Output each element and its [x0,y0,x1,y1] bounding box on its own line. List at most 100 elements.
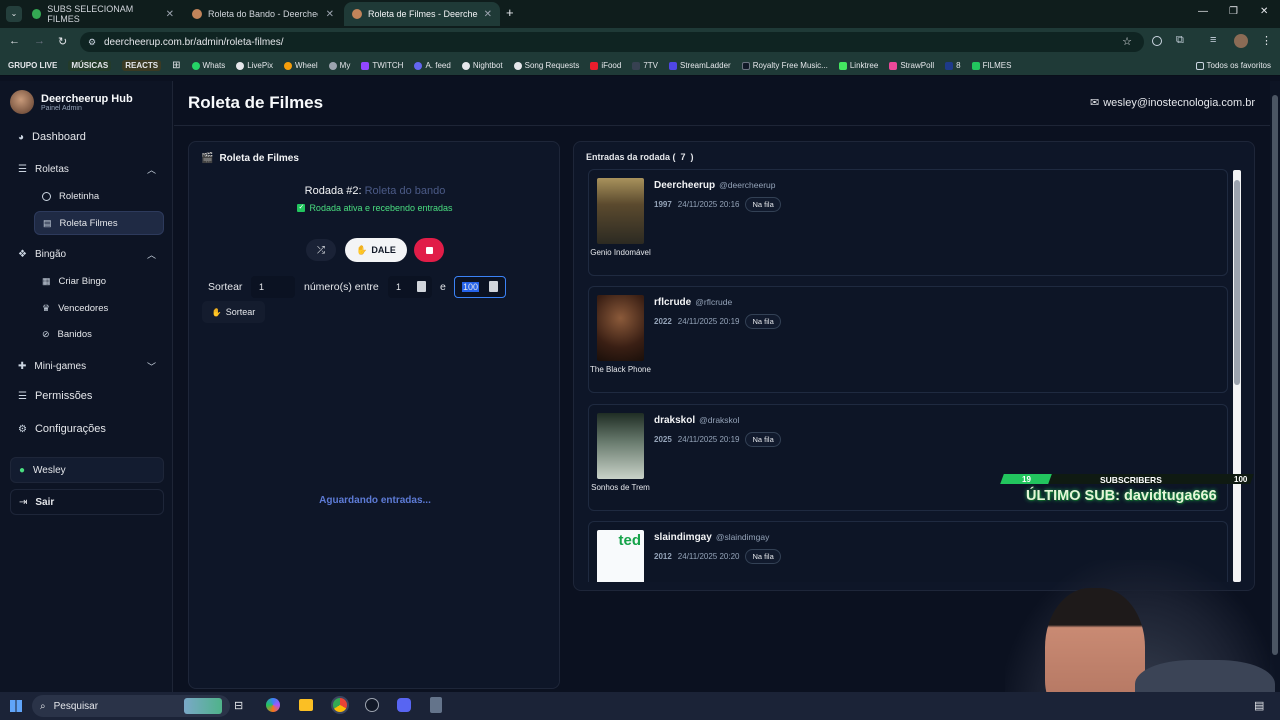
tab-roleta-do-bando[interactable]: Roleta do Bando - Deercheerup ✕ [184,2,342,26]
sidebar-item-label: Criar Bingo [58,275,107,287]
forward-icon[interactable]: → [34,35,45,47]
sidebar-item-dashboard[interactable]: ◕ Dashboard [10,125,164,149]
bookmark-label: Song Requests [524,61,580,70]
all-bookmarks-label: Todos os favoritos [1206,61,1271,70]
spinner-icon[interactable] [417,281,426,292]
logout-button[interactable]: ⇥ Sair [10,489,164,515]
sortear-button[interactable]: ✋ Sortear [202,301,265,323]
entry-handle: @rflcrude [695,297,733,307]
bookmark-musicas[interactable]: MÚSICAS [68,60,112,71]
sidebar-item-vencedores[interactable]: ♛ Vencedores [34,296,164,320]
windows-start-icon[interactable] [10,700,22,712]
reload-icon[interactable]: ↻ [58,35,67,48]
puzzle-icon[interactable]: ⧉ [1176,34,1184,47]
stop-icon [425,246,433,254]
sidebar-item-banidos[interactable]: ⊘ Banidos [34,322,164,346]
bookmark-a-feed[interactable]: A. feed [414,61,451,70]
shuffle-button[interactable]: ⤮ [306,239,336,261]
chevron-down-icon: ﹀ [146,361,156,372]
stop-button[interactable] [414,238,444,262]
close-tab-icon[interactable]: ✕ [326,9,334,20]
all-bookmarks[interactable]: Todos os favoritos [1195,61,1271,70]
sidebar-item-label: Bingão [34,248,67,260]
copilot-icon[interactable] [266,698,280,712]
back-icon[interactable]: ← [9,35,20,47]
sidebar-item-permissoes[interactable]: ☰ Permissões [10,384,164,408]
discord-icon[interactable] [397,698,411,712]
status-badge: Na fila [745,549,781,564]
sortear-count-input[interactable]: 1 [251,276,295,298]
bookmark-wheel[interactable]: Wheel [283,61,318,70]
bookmark-streamladder[interactable]: StreamLadder [669,61,731,70]
calculator-icon[interactable] [430,697,442,713]
bookmark-strawpoll[interactable]: StrawPoll [889,61,934,70]
notification-icon[interactable]: ▤ [1254,699,1264,712]
bookmark-nightbot[interactable]: Nightbot [461,61,503,70]
chrome-icon[interactable] [331,696,349,714]
apps-grid-icon[interactable]: ⊞ [172,60,180,71]
bookmark-label: 8 [956,61,961,70]
min-input[interactable]: 1 [388,276,432,298]
sidebar-item-label: Mini-games [34,360,87,372]
task-view-icon[interactable]: ⊟ [234,699,243,712]
bookmark-linktree[interactable]: Linktree [838,61,878,70]
bookmark-grupo-live[interactable]: GRUPO LIVE [8,61,57,70]
bookmark-7tv[interactable]: 7TV [632,61,658,70]
sidebar-item-mini-games[interactable]: ✚ Mini-games ﹀ [10,354,164,378]
bookmark-royalty-free[interactable]: Royalty Free Music... [741,61,828,70]
site-info-icon[interactable]: ⚙ [88,37,96,48]
minimize-icon[interactable]: — [1198,6,1208,17]
list-item[interactable]: Genio Indomável Deercheerup @deercheerup … [588,169,1228,276]
bookmark-my[interactable]: My [328,61,350,70]
bookmark-star-icon[interactable]: ☆ [1122,35,1132,48]
tab-subs-selecionam[interactable]: SUBS SELECIONAM FILMES ✕ [24,2,182,26]
entries-count: 7 [680,152,686,162]
sidebar-item-bingao[interactable]: ❖ Bingão ︿ [10,242,164,266]
entry-meta: 2022 24/11/2025 20:19 Na fila [654,314,781,329]
bookmark-label: 7TV [643,61,658,70]
sidebar-item-criar-bingo[interactable]: ▦ Criar Bingo [34,269,164,293]
sidebar-item-roletinha[interactable]: Roletinha [34,184,164,208]
bookmark-twitch[interactable]: TWITCH [361,61,403,70]
close-window-icon[interactable]: ✕ [1260,6,1268,17]
max-input[interactable]: 100 [454,276,506,298]
list-item[interactable]: The Black Phone rflcrude @rflcrude 2022 24… [588,286,1228,393]
checkbox-checked-icon: ✓ [297,204,306,212]
bookmark-filmes[interactable]: FILMES [971,61,1011,70]
close-tab-icon[interactable]: ✕ [166,9,174,20]
bookmark-whats[interactable]: Whats [191,61,226,70]
profile-avatar[interactable] [1234,34,1248,48]
sidebar-item-roletas[interactable]: ☰ Roletas ︿ [10,157,164,181]
file-explorer-icon[interactable] [299,699,313,711]
tab-roleta-de-filmes[interactable]: Roleta de Filmes - Deercheerup ✕ [344,2,500,26]
close-tab-icon[interactable]: ✕ [484,9,492,20]
app-icon[interactable] [365,698,379,712]
bookmark-reacts[interactable]: REACTS [122,60,162,71]
taskbar-search[interactable]: ⌕ Pesquisar [32,695,230,717]
user-chip[interactable]: ● Wesley [10,457,164,483]
url-bar[interactable]: ⚙ deercheerup.com.br/admin/roleta-filmes… [80,32,1144,52]
dale-button[interactable]: ✋ DALE [345,238,407,262]
menu-icon[interactable]: ⋮ [1261,34,1272,47]
bookmark-song-requests[interactable]: Song Requests [513,61,580,70]
sidebar-item-configuracoes[interactable]: ⚙ Configurações [10,417,164,441]
tab-list-icon[interactable]: ⌄ [6,6,22,22]
bookmark-label: Whats [202,61,226,70]
status-badge: Na fila [745,197,781,212]
bookmark-8[interactable]: 8 [945,61,961,70]
subscribers-overlay: 19 SUBSCRIBERS 100 ÚLTIMO SUB: davidtuga… [1000,474,1254,510]
restore-icon[interactable]: ❐ [1229,6,1238,17]
7tv-icon [632,61,641,70]
spinner-icon[interactable] [489,281,498,292]
sidebar-item-roleta-filmes[interactable]: ▤ Roleta Filmes [34,211,164,235]
extension-icon[interactable] [1152,36,1162,46]
ban-icon: ⊘ [42,328,50,339]
round-name: Roleta do bando [364,185,446,197]
media-icon[interactable]: ≡ [1210,34,1216,46]
chevron-up-icon: ︿ [146,249,156,260]
new-tab-icon[interactable]: + [506,5,514,20]
entry-name: rflcrude [654,297,692,308]
bookmark-ifood[interactable]: iFood [590,61,621,70]
bookmark-livepix[interactable]: LivePix [236,61,273,70]
dashboard-icon: ◕ [18,131,25,143]
